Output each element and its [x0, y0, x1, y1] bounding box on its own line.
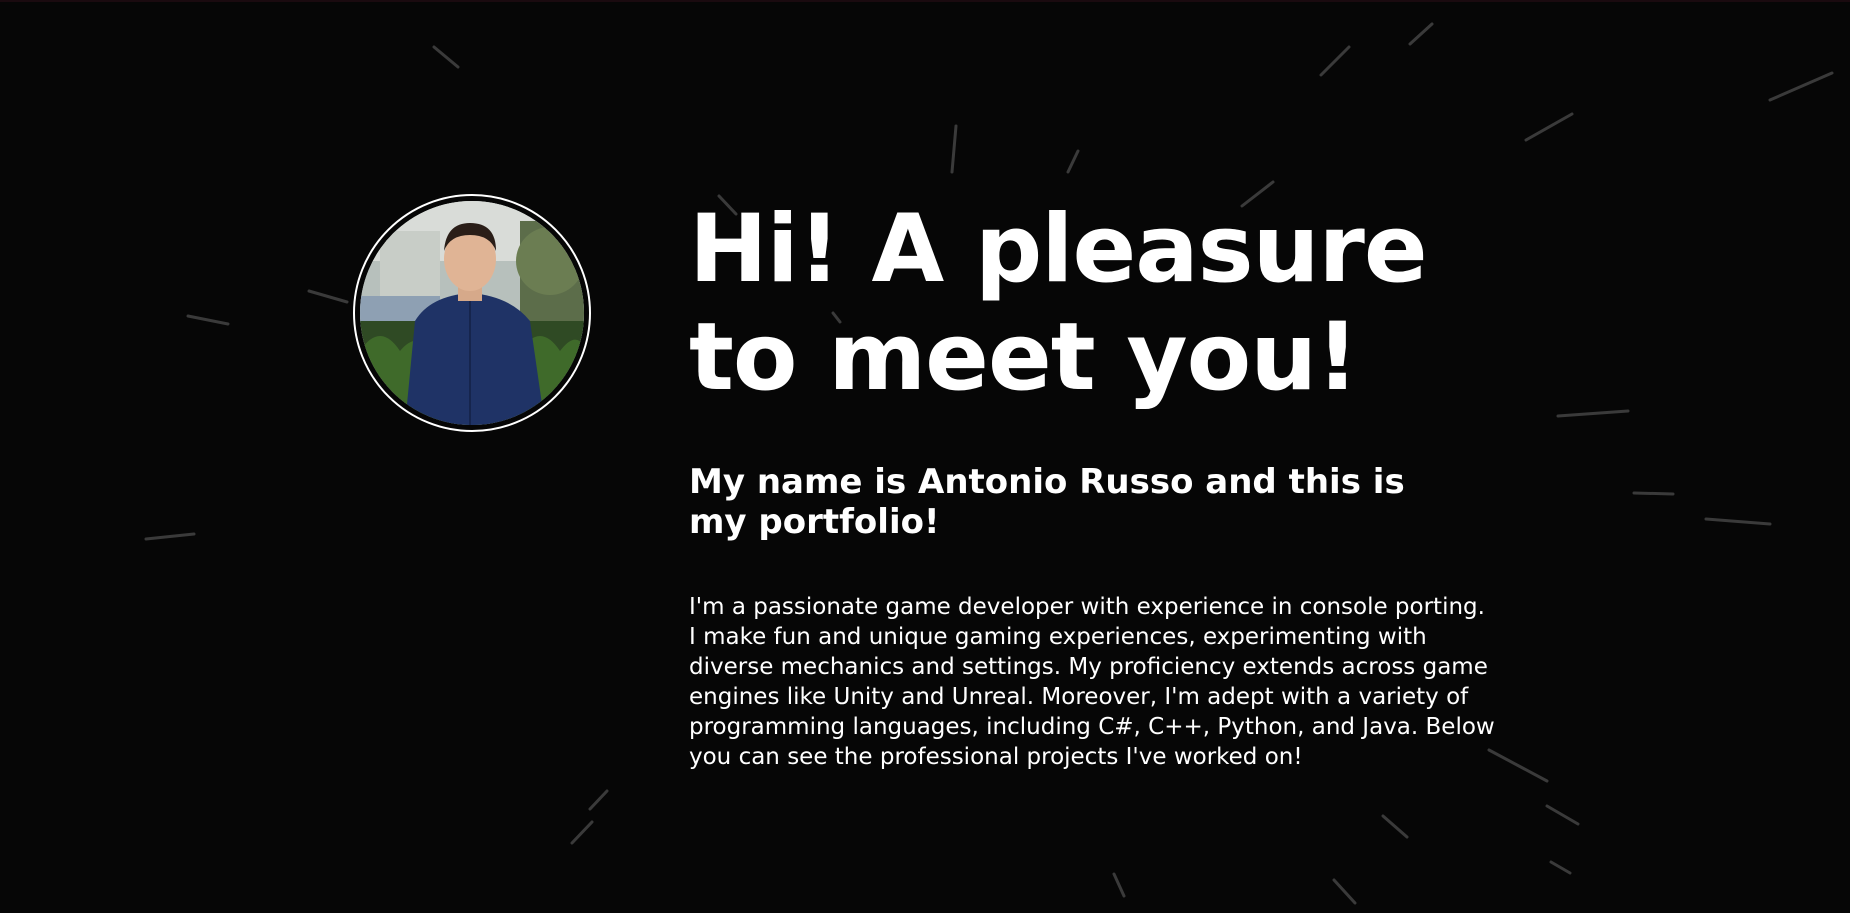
streak: [1066, 149, 1080, 174]
hero-subheading: My name is Antonio Russo and this is my …: [689, 462, 1405, 542]
streak: [950, 124, 958, 174]
streak: [570, 820, 594, 845]
streak: [1524, 112, 1574, 142]
hero-content: Hi! A pleasure to meet you! My name is A…: [689, 196, 1499, 772]
streak: [432, 45, 460, 69]
streak: [1704, 517, 1772, 526]
profile-photo-illustration: [360, 201, 584, 425]
streak: [1556, 409, 1630, 418]
profile-photo: [360, 201, 584, 425]
hero-headline: Hi! A pleasure to meet you!: [689, 195, 1428, 412]
streak: [186, 314, 230, 326]
streak: [1332, 878, 1357, 905]
streak: [1549, 860, 1572, 875]
streak: [1768, 71, 1834, 102]
hero-bio: I'm a passionate game developer with exp…: [689, 594, 1495, 770]
streak: [1632, 491, 1675, 496]
profile-avatar: [353, 194, 591, 432]
streak: [1112, 872, 1126, 898]
streak: [144, 532, 196, 541]
streak: [1319, 45, 1351, 77]
streak: [1381, 814, 1409, 839]
streak: [1545, 804, 1580, 826]
portfolio-page: Hi! A pleasure to meet you! My name is A…: [0, 0, 1850, 913]
streak: [588, 789, 609, 811]
streak: [307, 289, 349, 304]
streak: [1408, 22, 1434, 46]
